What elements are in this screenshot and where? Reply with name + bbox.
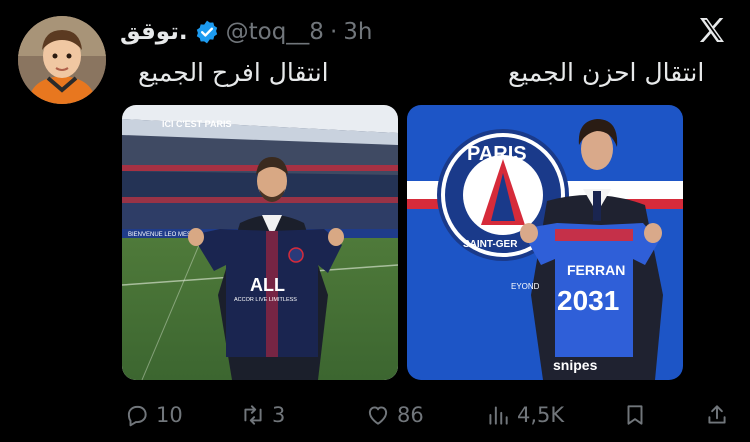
- tweet-header: توقق. @toq__8 · 3h: [120, 14, 372, 50]
- stadium-photo: ICI C'EST PARIS BIENVENUE LEO MESSI ALL …: [122, 105, 398, 380]
- crest-top-text: PARIS: [467, 143, 527, 165]
- crest-bottom-text: SAINT-GER: [463, 239, 518, 250]
- reply-button[interactable]: 10: [124, 402, 183, 428]
- repost-button[interactable]: 3: [240, 402, 285, 428]
- author-name[interactable]: توقق.: [120, 19, 188, 45]
- photo-messi[interactable]: ICI C'EST PARIS BIENVENUE LEO MESSI ALL …: [122, 105, 398, 380]
- author-handle[interactable]: @toq__8: [226, 19, 324, 45]
- separator-dot: ·: [329, 19, 338, 45]
- heart-icon: [368, 406, 388, 425]
- views-button[interactable]: 4,5K: [485, 402, 564, 428]
- shirt-name-text: FERRAN: [567, 262, 625, 278]
- stadium-banner-text: ICI C'EST PARIS: [162, 119, 231, 129]
- verified-badge-icon: [196, 20, 217, 44]
- bookmark-button[interactable]: [622, 402, 648, 428]
- tweet-timestamp[interactable]: 3h: [343, 19, 372, 45]
- share-button[interactable]: [704, 402, 730, 428]
- caption-left: انتقال افرح الجميع: [138, 58, 329, 87]
- like-button[interactable]: 86: [365, 402, 424, 428]
- views-count: 4,5K: [517, 403, 565, 427]
- like-count: 86: [397, 403, 424, 427]
- photo-ferran[interactable]: PARIS SAINT-GER FERRAN 2031 snipes EYOND: [407, 105, 683, 380]
- bookmark-icon: [627, 405, 643, 425]
- avatar-image: [18, 16, 106, 104]
- shirt-sponsor-sub: ACCOR LIVE LIMITLESS: [234, 297, 297, 303]
- presentation-photo: PARIS SAINT-GER FERRAN 2031 snipes EYOND: [407, 105, 683, 380]
- reply-count: 10: [156, 403, 183, 427]
- shirt-number-text: 2031: [557, 285, 619, 316]
- repost-count: 3: [272, 403, 286, 427]
- shirt-sponsor-text: ALL: [250, 275, 285, 295]
- reply-icon: [127, 405, 147, 427]
- share-icon: [708, 405, 726, 424]
- repost-icon: [244, 405, 262, 425]
- tweet-action-bar: 10 3 86 4,5K: [120, 398, 730, 432]
- x-logo-icon[interactable]: [696, 14, 728, 46]
- welcome-board-text: BIENVENUE LEO MESSI: [128, 232, 197, 238]
- author-avatar[interactable]: [18, 16, 106, 104]
- analytics-icon: [489, 406, 508, 425]
- shirt-brand-text: snipes: [553, 357, 598, 373]
- caption-right: انتقال احزن الجميع: [508, 58, 705, 87]
- sleeve-text: EYOND: [511, 282, 540, 291]
